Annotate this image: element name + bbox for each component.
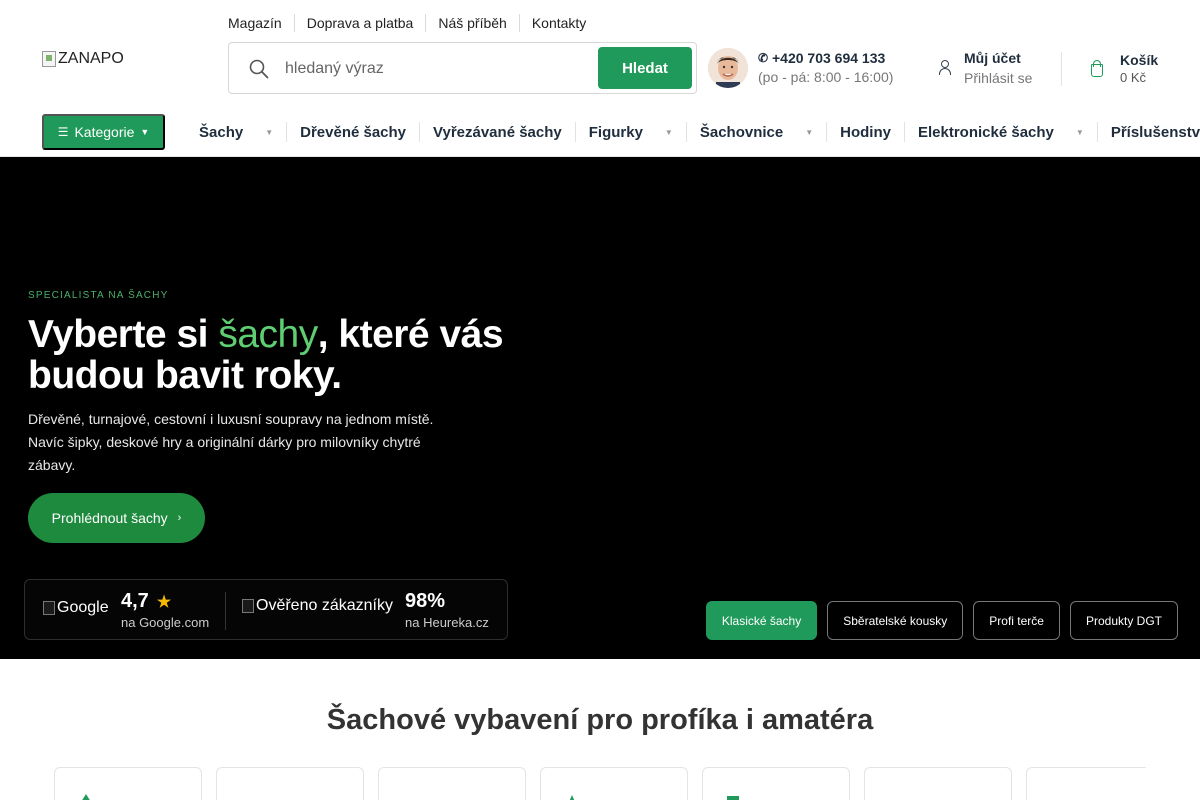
chess-piece-icon (82, 794, 90, 800)
top-link-pribeh[interactable]: Náš příběh (425, 14, 518, 32)
category-cards (54, 767, 1146, 800)
category-card[interactable] (540, 767, 688, 800)
hero-eyebrow: SPECIALISTA NA ŠACHY (28, 290, 169, 301)
nav-item-sachy[interactable]: Šachy ▼ (186, 122, 286, 142)
broken-image-icon (43, 601, 55, 615)
account-title: Můj účet (964, 50, 1021, 66)
phone-icon: ✆ (758, 51, 769, 65)
chip-profi-terce[interactable]: Profi terče (973, 601, 1060, 640)
nav-item-label: Hodiny (840, 123, 891, 141)
opening-hours: (po - pá: 8:00 - 16:00) (758, 69, 894, 85)
google-rating: 4,7 ★ (121, 590, 171, 613)
nav-item-label: Dřevěné šachy (300, 123, 407, 141)
phone-link[interactable]: ✆ +420 703 694 133 (758, 50, 893, 66)
nav-item-figurky[interactable]: Figurky ▼ (574, 122, 686, 142)
chip-produkty-dgt[interactable]: Produkty DGT (1069, 601, 1178, 640)
nav-item-label: Šachy (199, 123, 244, 141)
google-logo: Google (43, 599, 109, 617)
broken-image-icon (42, 51, 56, 67)
category-card[interactable] (54, 767, 202, 800)
categories-label: Kategorie (74, 124, 135, 140)
headline-part-1: Vyberte si (28, 313, 219, 356)
hero-banner: SPECIALISTA NA ŠACHY Vyberte si šachy, k… (0, 157, 1200, 659)
cart-link[interactable]: Košík 0 Kč (1090, 52, 1158, 85)
heureka-source: na Heureka.cz (405, 615, 489, 630)
contact-block: ✆ +420 703 694 133 (po - pá: 8:00 - 16:0… (758, 50, 893, 85)
search-button[interactable]: Hledat (598, 47, 692, 89)
account-link[interactable]: Můj účet Přihlásit se (938, 50, 1032, 86)
nav-item-vyrezavane-sachy[interactable]: Vyřezávané šachy (419, 122, 575, 142)
menu-icon: ☰ (57, 125, 69, 139)
browse-chess-button[interactable]: Prohlédnout šachy › (28, 493, 205, 543)
account-login: Přihlásit se (964, 70, 1033, 86)
section-title: Šachové vybavení pro profíka i amatéra (326, 704, 874, 736)
nav-item-prislusenstvi[interactable]: Příslušenství (1096, 122, 1200, 142)
chess-piece-icon (569, 795, 575, 800)
category-card[interactable] (378, 767, 526, 800)
heureka-rating-value: 98% (405, 590, 446, 612)
search-input[interactable] (285, 57, 585, 81)
category-card[interactable] (1026, 767, 1146, 800)
google-rating-value: 4,7 (121, 590, 149, 612)
chevron-down-icon: ▼ (265, 127, 274, 137)
main-nav: Šachy ▼ Dřevěné šachy Vyřezávané šachy Fi… (186, 118, 1200, 146)
nav-item-drevene-sachy[interactable]: Dřevěné šachy (286, 122, 419, 142)
nav-item-label: Šachovnice (699, 123, 784, 141)
nav-item-label: Figurky (588, 123, 643, 141)
top-link-kontakty[interactable]: Kontakty (518, 14, 598, 32)
chevron-down-icon: ▼ (140, 127, 150, 137)
category-chips: Klasické šachy Sběratelské kousky Profi … (696, 601, 1178, 640)
nav-item-label: Příslušenství (1110, 123, 1200, 141)
chess-board-icon (727, 796, 739, 800)
headline-accent: šachy (218, 313, 318, 356)
search-icon (249, 59, 269, 79)
hero-subtext: Dřevěné, turnajové, cestovní i luxusní s… (28, 411, 434, 473)
nav-item-sachovnice[interactable]: Šachovnice ▼ (685, 122, 826, 142)
hero-headline: Vyberte si šachy, které vás budou bavit … (28, 314, 548, 396)
top-link-magazin[interactable]: Magazín (228, 14, 294, 32)
search-bar: Hledat (228, 42, 697, 94)
category-card[interactable] (216, 767, 364, 800)
logo[interactable]: ZANAPO (42, 50, 124, 68)
star-icon: ★ (156, 593, 172, 611)
cta-label: Prohlédnout šachy (51, 510, 168, 526)
chip-klasicke-sachy[interactable]: Klasické šachy (705, 601, 818, 640)
avatar (708, 48, 748, 88)
cart-total: 0 Kč (1120, 70, 1147, 85)
nav-item-label: Elektronické šachy (917, 123, 1054, 141)
heureka-badge: Ověřeno zákazníky (242, 597, 393, 615)
google-source: na Google.com (121, 615, 210, 630)
ratings-box: Google 4,7 ★ na Google.com Ověřeno zákaz… (24, 579, 508, 640)
broken-image-icon (242, 599, 254, 613)
chevron-down-icon: ▼ (664, 127, 673, 137)
chip-sberatelske-kousky[interactable]: Sběratelské kousky (827, 601, 964, 640)
arrow-right-icon: › (177, 512, 182, 524)
chevron-down-icon: ▼ (1075, 127, 1084, 137)
logo-alt-text: ZANAPO (58, 50, 124, 67)
heureka-badge-alt: Ověřeno zákazníky (256, 597, 393, 614)
shopping-bag-icon (1090, 60, 1103, 77)
ratings-divider (225, 592, 226, 630)
chevron-down-icon: ▼ (805, 127, 814, 137)
user-icon (938, 60, 951, 76)
google-logo-alt: Google (57, 599, 109, 616)
cart-title: Košík (1120, 52, 1159, 68)
nav-item-hodiny[interactable]: Hodiny (826, 122, 904, 142)
category-card[interactable] (702, 767, 850, 800)
phone-number: +420 703 694 133 (772, 50, 886, 66)
nav-item-label: Vyřezávané šachy (433, 123, 562, 141)
categories-button[interactable]: ☰ Kategorie ▼ (42, 114, 165, 150)
top-links: Magazín Doprava a platba Náš příběh Kont… (228, 14, 598, 32)
nav-item-elektronicke-sachy[interactable]: Elektronické šachy ▼ (903, 122, 1097, 142)
top-link-doprava[interactable]: Doprava a platba (293, 14, 426, 32)
category-card[interactable] (864, 767, 1012, 800)
header-divider (1061, 52, 1062, 86)
